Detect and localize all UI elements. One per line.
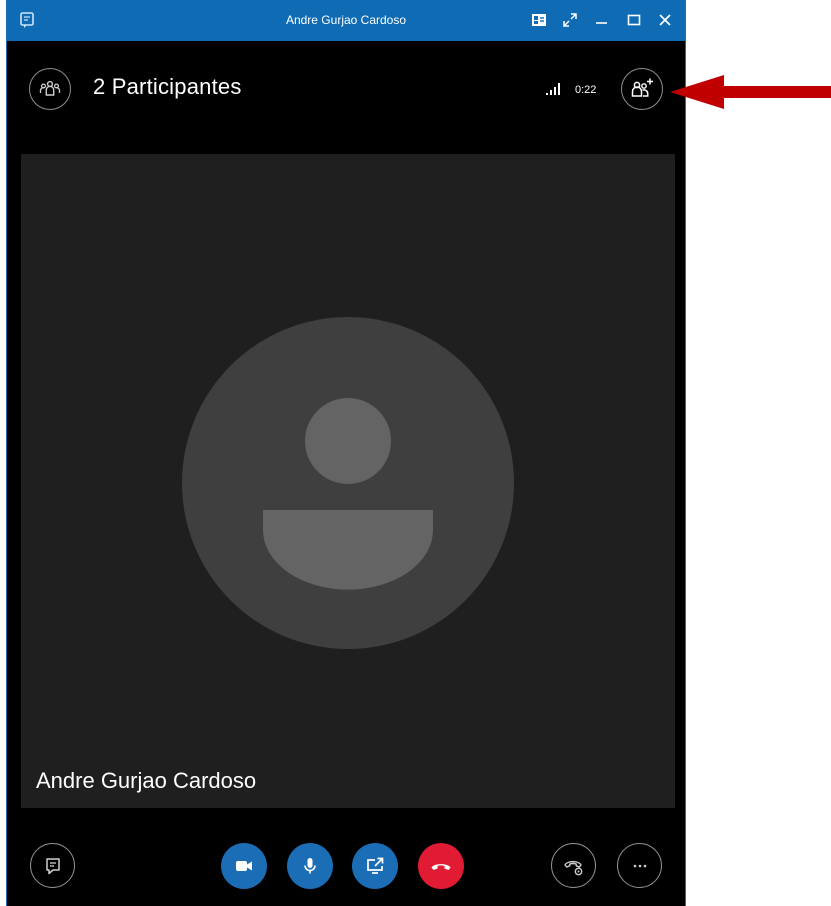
participants-icon	[39, 80, 61, 96]
chat-button[interactable]	[30, 843, 75, 888]
signal-bars-icon	[545, 82, 565, 101]
video-stage: Andre Gurjao Cardoso	[21, 154, 675, 808]
conversation-app-icon[interactable]	[17, 10, 37, 30]
window-title: Andre Gurjao Cardoso	[285, 13, 407, 27]
maximize-icon[interactable]	[624, 10, 644, 30]
annotation-arrow	[668, 72, 831, 112]
more-options-button[interactable]	[617, 843, 662, 888]
call-timer: 0:22	[575, 84, 597, 96]
contact-card-icon[interactable]	[529, 10, 549, 30]
title-bar[interactable]: Andre Gurjao Cardoso	[7, 0, 685, 41]
add-people-button[interactable]	[621, 68, 663, 110]
minimize-icon[interactable]	[592, 10, 612, 30]
call-controls-icon	[563, 860, 582, 875]
call-window: Andre Gurjao Cardoso 2 Participantes 0:2…	[6, 0, 686, 906]
call-controls-button[interactable]	[551, 843, 596, 888]
call-header: 2 Participantes 0:22	[7, 41, 685, 139]
close-icon[interactable]	[655, 10, 675, 30]
share-screen-icon	[367, 857, 384, 874]
add-people-icon	[631, 78, 653, 97]
popout-icon[interactable]	[560, 10, 580, 30]
video-camera-icon	[236, 861, 252, 871]
chat-icon	[45, 857, 60, 874]
participants-count-label[interactable]: 2 Participantes	[93, 74, 242, 100]
caller-name: Andre Gurjao Cardoso	[36, 768, 257, 793]
video-button[interactable]	[221, 843, 267, 889]
call-controls-bar	[7, 810, 685, 906]
microphone-icon	[304, 858, 316, 874]
participants-button[interactable]	[29, 68, 71, 110]
microphone-button[interactable]	[287, 843, 333, 889]
share-screen-button[interactable]	[352, 843, 398, 889]
hang-up-button[interactable]	[418, 843, 464, 889]
default-avatar-icon	[182, 317, 514, 649]
hang-up-icon	[431, 864, 451, 870]
more-options-icon	[633, 864, 646, 867]
